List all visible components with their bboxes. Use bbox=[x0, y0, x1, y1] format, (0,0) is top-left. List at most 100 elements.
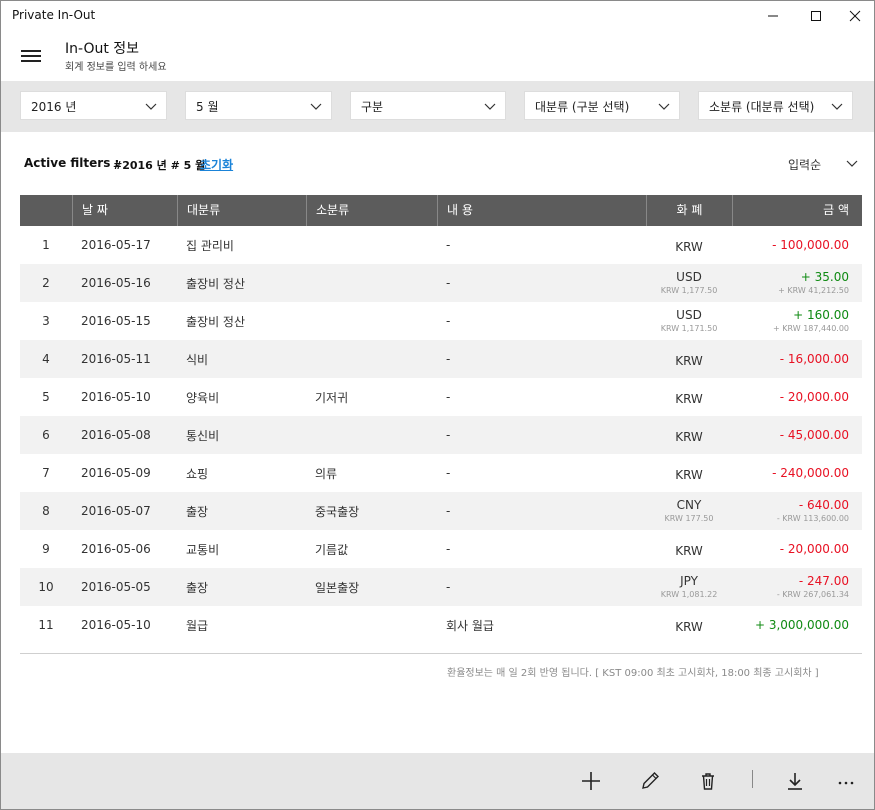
row-amount: - 20,000.00 bbox=[732, 378, 849, 416]
transactions-table: 날 짜 대분류 소분류 내 용 화 폐 금 액 1 2016-05-17 집 관리비… bbox=[20, 195, 862, 644]
row-category: 출장비 정산 bbox=[186, 314, 246, 329]
currency-code: KRW bbox=[675, 239, 703, 254]
table-row[interactable]: 7 2016-05-09 쇼핑 의류 - KRW - 240,000.00 bbox=[20, 454, 862, 492]
amount-value: - 20,000.00 bbox=[779, 389, 849, 404]
subcategory-select[interactable]: 소분류 (대분류 선택) bbox=[698, 91, 853, 120]
row-description: - bbox=[446, 504, 451, 518]
close-icon bbox=[849, 10, 861, 22]
column-header-amount[interactable]: 금 액 bbox=[732, 195, 862, 226]
more-button[interactable] bbox=[832, 767, 860, 795]
row-date: 2016-05-10 bbox=[81, 618, 151, 632]
row-number: 7 bbox=[42, 466, 50, 480]
category-select[interactable]: 대분류 (구분 선택) bbox=[524, 91, 680, 120]
exchange-rate: KRW 177.50 bbox=[664, 513, 714, 523]
type-select[interactable]: 구분 bbox=[350, 91, 506, 120]
row-description: - bbox=[446, 314, 451, 328]
amount-value: - 240,000.00 bbox=[772, 465, 849, 480]
sort-order-select[interactable]: 입력순 bbox=[771, 151, 861, 175]
type-select-value: 구분 bbox=[361, 100, 384, 114]
row-amount: + 35.00 + KRW 41,212.50 bbox=[732, 264, 849, 302]
row-category: 월급 bbox=[186, 618, 209, 633]
row-currency: KRW bbox=[646, 606, 732, 644]
row-number: 5 bbox=[42, 390, 50, 404]
edit-icon bbox=[642, 772, 659, 789]
table-row[interactable]: 9 2016-05-06 교통비 기름값 - KRW - 20,000.00 bbox=[20, 530, 862, 568]
amount-krw: + KRW 41,212.50 bbox=[778, 285, 849, 295]
table-row[interactable]: 1 2016-05-17 집 관리비 - KRW - 100,000.00 bbox=[20, 226, 862, 264]
chevron-down-icon bbox=[145, 103, 157, 110]
row-subcategory: 중국출장 bbox=[315, 504, 360, 519]
currency-code: KRW bbox=[675, 353, 703, 368]
row-description: - bbox=[446, 390, 451, 404]
month-select[interactable]: 5 월 bbox=[185, 91, 332, 120]
row-amount: - 240,000.00 bbox=[732, 454, 849, 492]
amount-krw: + KRW 187,440.00 bbox=[773, 323, 849, 333]
sort-order-value: 입력순 bbox=[788, 158, 822, 172]
table-row[interactable]: 10 2016-05-05 출장 일본출장 - JPY KRW 1,081.22- 247.… bbox=[20, 568, 862, 606]
row-description: - bbox=[446, 542, 451, 556]
table-row[interactable]: 4 2016-05-11 식비 - KRW - 16,000.00 bbox=[20, 340, 862, 378]
year-select[interactable]: 2016 년 bbox=[20, 91, 167, 120]
table-row[interactable]: 5 2016-05-10 양육비 기저귀 - KRW - 20,000.00 bbox=[20, 378, 862, 416]
add-button[interactable] bbox=[577, 767, 605, 795]
app-window: Private In-Out In-Out 정보 회계 정보를 입력 하세요 2… bbox=[0, 0, 875, 810]
minimize-button[interactable] bbox=[750, 1, 796, 31]
row-category: 쇼핑 bbox=[186, 466, 209, 481]
row-number: 6 bbox=[42, 428, 50, 442]
row-description: - bbox=[446, 276, 451, 290]
table-row[interactable]: 2 2016-05-16 출장비 정산 - USD KRW 1,177.50 + 35.00… bbox=[20, 264, 862, 302]
currency-code: CNY bbox=[676, 497, 702, 512]
window-title: Private In-Out bbox=[12, 8, 96, 22]
close-button[interactable] bbox=[832, 1, 875, 31]
currency-code: KRW bbox=[675, 391, 703, 406]
currency-code: USD bbox=[676, 307, 702, 322]
column-header-no bbox=[20, 195, 72, 226]
row-date: 2016-05-06 bbox=[81, 542, 151, 556]
row-date: 2016-05-16 bbox=[81, 276, 151, 290]
row-number: 2 bbox=[42, 276, 50, 290]
currency-code: JPY bbox=[680, 573, 698, 588]
download-button[interactable] bbox=[781, 767, 809, 795]
row-currency: KRW bbox=[646, 378, 732, 416]
hamburger-menu-icon[interactable] bbox=[15, 43, 47, 67]
row-number: 11 bbox=[38, 618, 54, 632]
subcategory-select-value: 소분류 (대분류 선택) bbox=[709, 100, 815, 114]
reset-filters-link[interactable]: 초기화 bbox=[200, 156, 233, 173]
row-category: 양육비 bbox=[186, 390, 220, 405]
column-header-category[interactable]: 대분류 bbox=[177, 195, 306, 226]
currency-code: KRW bbox=[675, 543, 703, 558]
row-number: 4 bbox=[42, 352, 50, 366]
amount-value: + 35.00 bbox=[800, 269, 849, 284]
column-header-currency[interactable]: 화 폐 bbox=[646, 195, 732, 226]
row-subcategory: 일본출장 bbox=[315, 580, 360, 595]
table-row[interactable]: 3 2016-05-15 출장비 정산 - USD KRW 1,171.50 + 160.0… bbox=[20, 302, 862, 340]
more-icon bbox=[838, 781, 854, 785]
row-currency: KRW bbox=[646, 340, 732, 378]
active-filters-value: #2016 년 # 5 월 bbox=[113, 159, 206, 172]
row-amount: - 20,000.00 bbox=[732, 530, 849, 568]
column-header-date[interactable]: 날 짜 bbox=[72, 195, 177, 226]
edit-button[interactable] bbox=[636, 767, 664, 795]
table-row[interactable]: 6 2016-05-08 통신비 - KRW - 45,000.00 bbox=[20, 416, 862, 454]
row-category: 출장 bbox=[186, 504, 209, 519]
column-header-subcategory[interactable]: 소분류 bbox=[306, 195, 437, 226]
currency-code: KRW bbox=[675, 467, 703, 482]
row-description: - bbox=[446, 238, 451, 252]
row-amount: - 640.00- KRW 113,600.00 bbox=[732, 492, 849, 530]
column-header-description[interactable]: 내 용 bbox=[437, 195, 646, 226]
table-row[interactable]: 11 2016-05-10 월급 회사 월급 KRW + 3,000,000.00 bbox=[20, 606, 862, 644]
delete-button[interactable] bbox=[694, 767, 722, 795]
row-number: 8 bbox=[42, 504, 50, 518]
row-amount: + 3,000,000.00 bbox=[732, 606, 849, 644]
amount-value: - 16,000.00 bbox=[779, 351, 849, 366]
row-currency: USD KRW 1,177.50 bbox=[646, 264, 732, 302]
row-category: 집 관리비 bbox=[186, 238, 234, 253]
row-category: 식비 bbox=[186, 352, 209, 367]
row-category: 출장비 정산 bbox=[186, 276, 246, 291]
table-body: 1 2016-05-17 집 관리비 - KRW - 100,000.00 2 2016-05… bbox=[20, 226, 862, 644]
row-category: 교통비 bbox=[186, 542, 220, 557]
row-subcategory: 기저귀 bbox=[315, 390, 349, 405]
row-currency: KRW bbox=[646, 416, 732, 454]
title-bar: Private In-Out bbox=[1, 1, 874, 31]
table-row[interactable]: 8 2016-05-07 출장 중국출장 - CNY KRW 177.50- 640.00-… bbox=[20, 492, 862, 530]
